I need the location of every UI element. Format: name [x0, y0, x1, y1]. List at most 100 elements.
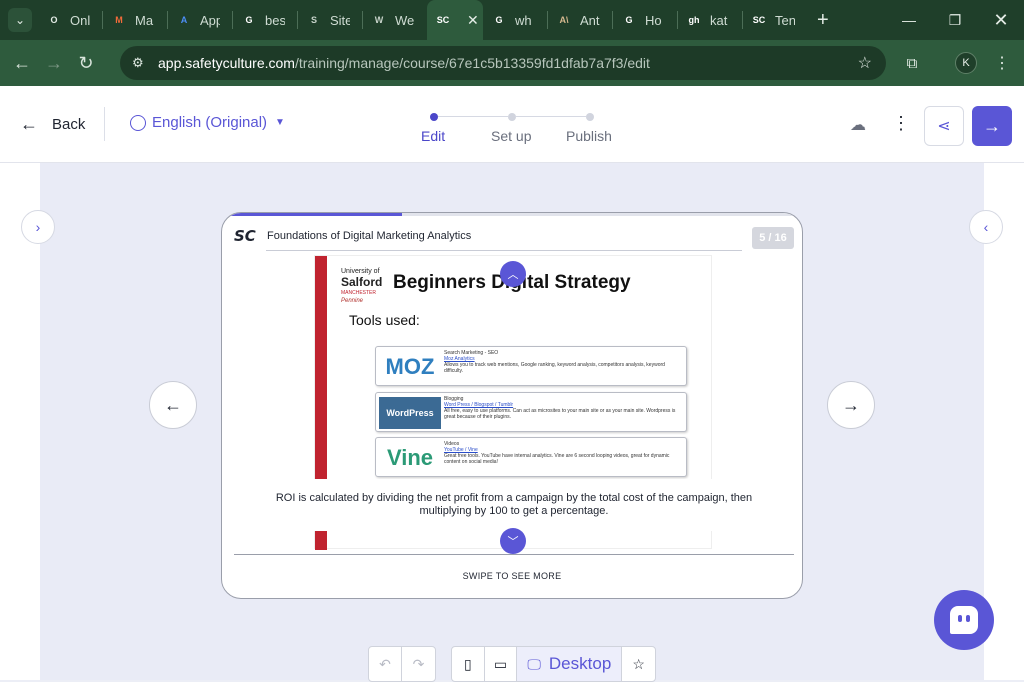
- continue-button[interactable]: →: [972, 106, 1012, 146]
- tab-title: Ten: [775, 12, 795, 28]
- address-bar[interactable]: ⚙ app.safetyculture.com/training/manage/…: [120, 46, 886, 80]
- globe-icon: [130, 114, 146, 131]
- close-window-button[interactable]: ✕: [978, 0, 1024, 40]
- safetyculture-logo: SC: [234, 227, 256, 245]
- tool-text: Great free tools. YouTube have internal …: [444, 453, 670, 465]
- course-title: Foundations of Digital Marketing Analyti…: [267, 230, 472, 242]
- extensions-icon[interactable]: ⧉: [896, 40, 928, 86]
- step-dot-publish: [586, 113, 594, 121]
- tool-description: Videos YouTube / Vine Great free tools. Yo…: [444, 441, 684, 465]
- tab-favicon-icon: G: [625, 15, 633, 25]
- back-button[interactable]: ← Back: [20, 114, 85, 135]
- browser-tab[interactable]: SC ✕: [427, 0, 483, 40]
- tab-favicon-icon: W: [374, 15, 384, 25]
- arrow-right-icon: →: [842, 394, 860, 415]
- bookmark-star-icon[interactable]: ☆: [858, 53, 872, 73]
- arrow-left-icon: ←: [164, 394, 182, 415]
- monitor-icon: 🖵: [527, 655, 541, 672]
- step-dot-setup: [508, 113, 516, 121]
- browser-toolbar: ← → ↻ ⚙ app.safetyculture.com/training/m…: [0, 40, 1024, 86]
- reload-icon[interactable]: ↻: [70, 47, 102, 79]
- tool-logo: WordPress: [379, 397, 441, 429]
- tab-favicon-icon: SC: [752, 15, 766, 25]
- chevron-up-icon: ︿: [507, 269, 519, 281]
- previous-slide-button[interactable]: ←: [149, 381, 197, 429]
- forward-nav-icon[interactable]: →: [38, 47, 70, 79]
- tablet-icon: ▭: [493, 655, 508, 672]
- step-publish[interactable]: Publish: [566, 128, 612, 144]
- tool-text: Allows you to track web mentions, Google…: [444, 362, 665, 374]
- maximize-button[interactable]: ❐: [932, 0, 978, 40]
- tab-favicon-icon: G: [245, 15, 253, 25]
- chevron-down-icon: ﹀: [507, 536, 519, 548]
- browser-tab[interactable]: Gbes: [233, 0, 297, 40]
- mobile-preview-button[interactable]: ▯: [452, 647, 485, 681]
- undo-icon: ↶: [379, 655, 391, 672]
- site-settings-icon[interactable]: ⚙: [132, 55, 152, 71]
- slide-subtitle: Tools used:: [349, 312, 420, 328]
- url-text[interactable]: app.safetyculture.com/training/manage/co…: [158, 55, 650, 71]
- tablet-preview-button[interactable]: ▭: [485, 647, 518, 681]
- tab-title: App: [200, 12, 220, 28]
- tab-search-button[interactable]: ⌄: [8, 8, 32, 32]
- more-options-icon[interactable]: ⋮: [892, 113, 910, 134]
- caret-down-icon: ▼: [275, 117, 285, 128]
- back-nav-icon[interactable]: ←: [6, 47, 38, 79]
- slide-counter: 5 / 16: [752, 227, 794, 249]
- browser-tab[interactable]: S Site: [298, 0, 362, 40]
- undo-button[interactable]: ↶: [369, 647, 402, 681]
- tab-title: Ant: [580, 12, 600, 28]
- slide-caption: ROI is calculated by dividing the net pr…: [234, 479, 794, 531]
- scroll-down-button[interactable]: ﹀: [500, 528, 526, 554]
- profile-button[interactable]: K: [950, 40, 982, 86]
- tab-favicon-icon: A\: [559, 15, 569, 25]
- browser-tab[interactable]: Gwh: [483, 0, 547, 40]
- avatar: K: [955, 52, 977, 74]
- browser-tab[interactable]: gh kat: [678, 0, 742, 40]
- lesson-card-preview: SC Foundations of Digital Marketing Anal…: [221, 212, 803, 599]
- chevron-right-icon: ›: [35, 219, 41, 235]
- expand-left-panel-button[interactable]: ›: [21, 210, 55, 244]
- desktop-label: Desktop: [548, 654, 612, 673]
- arrow-right-icon: →: [983, 115, 1001, 136]
- phone-icon: ▯: [463, 655, 472, 672]
- step-connector: [516, 116, 586, 117]
- slide-tool-box: MOZ Search Marketing - SEO Moz Analytics Al…: [375, 346, 687, 386]
- slide-tool-box: WordPress Blogging Word Press / Blogspot /…: [375, 392, 687, 432]
- undo-redo-group: ↶ ↷: [368, 646, 436, 682]
- share-button[interactable]: ⋖: [924, 106, 964, 146]
- new-tab-button[interactable]: +: [817, 9, 829, 32]
- browser-tab[interactable]: A App: [168, 0, 232, 40]
- redo-button[interactable]: ↷: [402, 647, 435, 681]
- step-setup[interactable]: Set up: [491, 128, 531, 144]
- swipe-hint: SWIPE TO SEE MORE: [462, 571, 562, 581]
- browser-tab[interactable]: A\ Ant: [548, 0, 612, 40]
- browser-tab[interactable]: G Ho: [613, 0, 677, 40]
- chat-assistant-button[interactable]: [934, 590, 994, 650]
- browser-tab[interactable]: M Ma: [103, 0, 167, 40]
- language-selector[interactable]: English (Original) ▼: [130, 114, 285, 131]
- step-dot-edit: [430, 113, 438, 121]
- browser-menu-icon[interactable]: ⋮: [988, 40, 1016, 86]
- tool-description: Search Marketing - SEO Moz Analytics Allow…: [444, 350, 684, 374]
- tab-favicon-icon: SC: [436, 15, 450, 25]
- browser-tab[interactable]: SC Ten: [743, 0, 807, 40]
- tool-logo: Vine: [386, 445, 434, 470]
- desktop-preview-button[interactable]: 🖵 Desktop: [517, 647, 623, 681]
- browser-tab-strip: ⌄ O Onl M Ma A App Gbes S Site W We SC ✕ Gwh A\ Ant G Ho g…: [0, 0, 1024, 40]
- tab-favicon-icon: A: [180, 15, 188, 25]
- browser-tab[interactable]: O Onl: [38, 0, 102, 40]
- tab-title: Site: [330, 12, 350, 28]
- browser-tab[interactable]: W We: [363, 0, 427, 40]
- minimize-button[interactable]: —: [886, 0, 932, 40]
- cloud-saved-icon: ☁: [850, 117, 866, 134]
- close-tab-icon[interactable]: ✕: [467, 12, 479, 29]
- next-slide-button[interactable]: →: [827, 381, 875, 429]
- tab-title: Ma: [135, 12, 154, 28]
- device-preview-group: ▯ ▭ 🖵 Desktop ☆: [451, 646, 656, 682]
- step-edit[interactable]: Edit: [421, 128, 445, 144]
- favorite-button[interactable]: ☆: [622, 647, 655, 681]
- scroll-up-button[interactable]: ︿: [500, 261, 526, 287]
- expand-right-panel-button[interactable]: ‹: [969, 210, 1003, 244]
- tab-favicon-icon: gh: [688, 15, 700, 25]
